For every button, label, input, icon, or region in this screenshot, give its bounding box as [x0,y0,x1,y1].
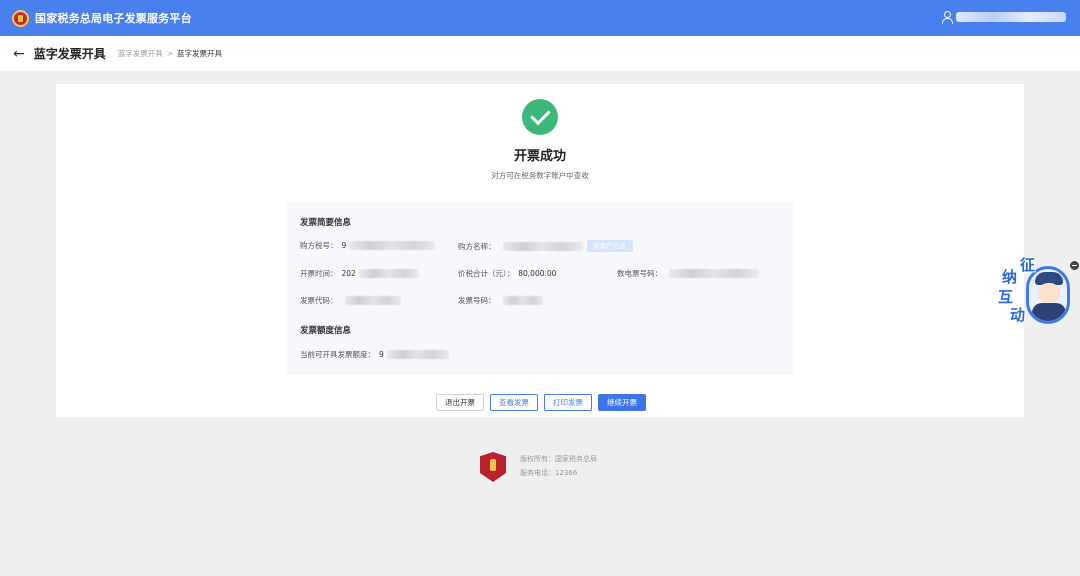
page-header: ← 蓝字发票开具 蓝字发票开具 > 蓝字发票开具 [0,36,1080,71]
page-title: 蓝字发票开具 [33,47,106,61]
app-title: 国家税务总局电子发票服务平台 [35,12,192,25]
redacted-value [502,241,583,251]
print-invoice-button[interactable]: 打印发票 [544,394,592,411]
quota-section-title: 发票额度信息 [300,326,352,336]
widget-char-1: 征 [1020,256,1036,274]
action-bar: 退出开票 查看发票 打印发票 继续开票 [436,394,646,411]
total-amount-value: 80,000.00 [518,269,557,278]
result-card: 开票成功 对方可在税务数字账户中查收 发票简要信息 购方税号： 9 购方名称： … [56,84,1024,417]
assistant-avatar [1026,266,1070,324]
redacted-value [502,296,543,305]
success-check-icon [522,99,558,135]
redacted-value [669,269,759,278]
top-bar: 国家税务总局电子发票服务平台 [0,0,1080,36]
invoice-no-field: 发票号码： [458,295,543,306]
issue-time-label: 开票时间： [300,269,338,278]
footer: 版权所有：国家税务总局 服务电话：12366 [480,452,597,482]
buyer-tax-no-value: 9 [341,241,347,250]
back-arrow-icon[interactable]: ← [13,47,25,61]
summary-section-title: 发票简要信息 [300,218,352,228]
widget-char-4: 动 [1010,306,1026,324]
breadcrumb-item-parent[interactable]: 蓝字发票开具 [118,48,163,59]
interaction-assistant-widget[interactable]: 征 纳 互 动 [996,256,1076,332]
issue-time-field: 开票时间： 202 [300,268,419,279]
breadcrumb-separator: > [166,49,174,58]
avatar-face [1038,283,1060,303]
view-invoice-button[interactable]: 查看发票 [490,394,538,411]
exit-invoicing-button[interactable]: 退出开票 [436,394,484,411]
invoice-code-field: 发票代码： [300,295,401,306]
user-icon [941,11,953,24]
digital-invoice-no-field: 数电票号码： [617,268,759,279]
add-customer-button[interactable]: 新客户信息 [586,240,633,252]
continue-invoicing-button[interactable]: 继续开票 [598,394,646,411]
invoice-info-panel: 发票简要信息 购方税号： 9 购方名称： 新客户信息 开票时间： 202 价税合… [287,202,793,375]
available-quota-value: 9 [379,350,384,359]
invoice-no-label: 发票号码： [458,296,496,305]
total-amount-label: 价税合计（元）： [458,269,515,278]
invoice-code-label: 发票代码： [300,296,338,305]
tax-emblem-icon [12,9,29,27]
redacted-value [349,241,436,250]
footer-copyright: 版权所有：国家税务总局 [520,455,597,463]
digital-invoice-no-label: 数电票号码： [617,269,662,278]
breadcrumb-item-current: 蓝字发票开具 [177,49,223,58]
result-subtitle: 对方可在税务数字账户中查收 [491,171,589,180]
widget-char-2: 纳 [1002,268,1018,286]
available-quota-label: 当前可开具发票额度： [300,350,375,359]
buyer-tax-no-label: 购方税号： [300,241,338,250]
redacted-value [344,296,401,305]
buyer-name-field: 购方名称： 新客户信息 [458,240,633,252]
tax-shield-emblem-icon [480,452,506,482]
result-title: 开票成功 [513,149,566,164]
footer-hotline: 服务电话：12366 [520,469,578,477]
total-amount-field: 价税合计（元）： 80,000.00 [458,268,556,279]
user-name-redacted [956,12,1066,22]
redacted-value [358,269,419,278]
issue-time-value: 202 [341,269,356,278]
buyer-name-label: 购方名称： [458,241,496,251]
widget-char-3: 互 [998,288,1014,306]
redacted-value [386,350,449,359]
avatar-uniform [1032,303,1066,321]
user-menu[interactable] [941,11,1066,24]
widget-close-icon[interactable] [1070,261,1079,270]
buyer-tax-no-field: 购方税号： 9 [300,240,436,251]
available-quota-field: 当前可开具发票额度： 9 [300,349,449,360]
